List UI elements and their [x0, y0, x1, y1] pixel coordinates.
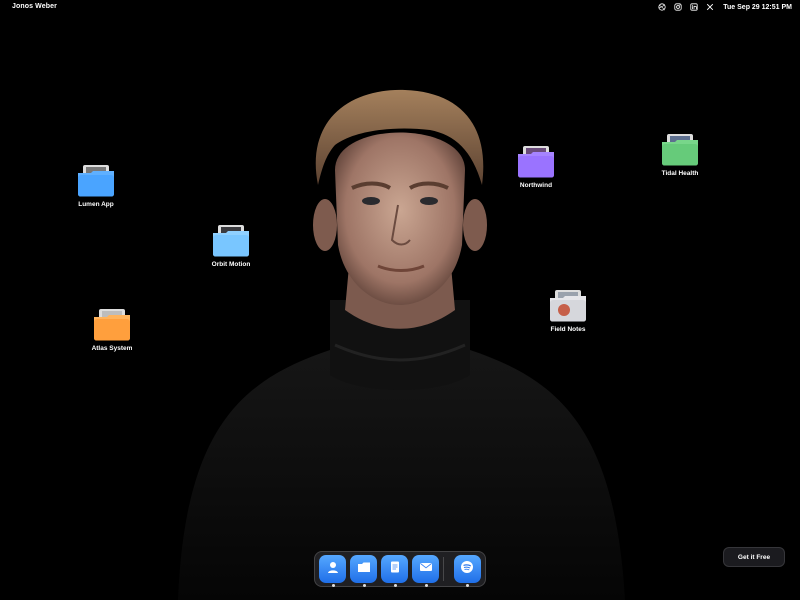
- mail-icon: [418, 559, 434, 580]
- get-it-free-button[interactable]: Get it Free: [723, 547, 785, 567]
- dock-dot: [424, 584, 428, 587]
- folder-icon: [549, 290, 587, 322]
- menubar-clock: Tue Sep 29 12:51 PM: [723, 3, 792, 11]
- x-icon[interactable]: [705, 2, 715, 12]
- linkedin-icon[interactable]: [689, 2, 699, 12]
- folder-label: Field Notes: [550, 326, 586, 333]
- folder-icon: [77, 165, 115, 197]
- folder-label: Atlas System: [91, 345, 133, 352]
- dribbble-icon[interactable]: [657, 2, 667, 12]
- instagram-icon[interactable]: [673, 2, 683, 12]
- folder-lumen-app[interactable]: Lumen App: [60, 165, 132, 208]
- dock-spotify[interactable]: [453, 555, 481, 587]
- folder-icon: [517, 146, 555, 178]
- dock-contacts[interactable]: [319, 555, 346, 587]
- menubar-right: Tue Sep 29 12:51 PM: [657, 2, 792, 12]
- menubar: Jonos Weber Tue Sep 29 12:51 PM: [0, 0, 800, 14]
- dock-files[interactable]: [350, 555, 377, 587]
- brand-name[interactable]: Jonos Weber: [12, 3, 57, 10]
- folder-orbit-motion[interactable]: Orbit Motion: [195, 225, 267, 268]
- folder-atlas-system[interactable]: Atlas System: [76, 309, 148, 352]
- folder-label: Orbit Motion: [211, 261, 251, 268]
- folder-northwind[interactable]: Northwind: [500, 146, 572, 189]
- folder-label: Northwind: [519, 182, 553, 189]
- dock-dot: [362, 584, 366, 587]
- folder-label: Tidal Health: [661, 170, 699, 177]
- files-icon: [356, 559, 372, 580]
- folder-tidal-health[interactable]: Tidal Health: [644, 134, 716, 177]
- dock-mail[interactable]: [412, 555, 439, 587]
- spotify-icon: [459, 559, 475, 580]
- notes-icon: [387, 559, 403, 580]
- folder-label: Lumen App: [78, 201, 114, 208]
- contacts-icon: [325, 559, 341, 580]
- dock: [314, 551, 486, 587]
- dock-notes[interactable]: [381, 555, 408, 587]
- folder-icon: [212, 225, 250, 257]
- folder-icon: [93, 309, 131, 341]
- folder-icon: [661, 134, 699, 166]
- dock-dot: [393, 584, 397, 587]
- dock-dot: [466, 584, 470, 587]
- folder-field-notes[interactable]: Field Notes: [532, 290, 604, 333]
- dock-divider: [443, 557, 444, 581]
- portrait-backdrop: [178, 89, 625, 600]
- dock-dot: [331, 584, 335, 587]
